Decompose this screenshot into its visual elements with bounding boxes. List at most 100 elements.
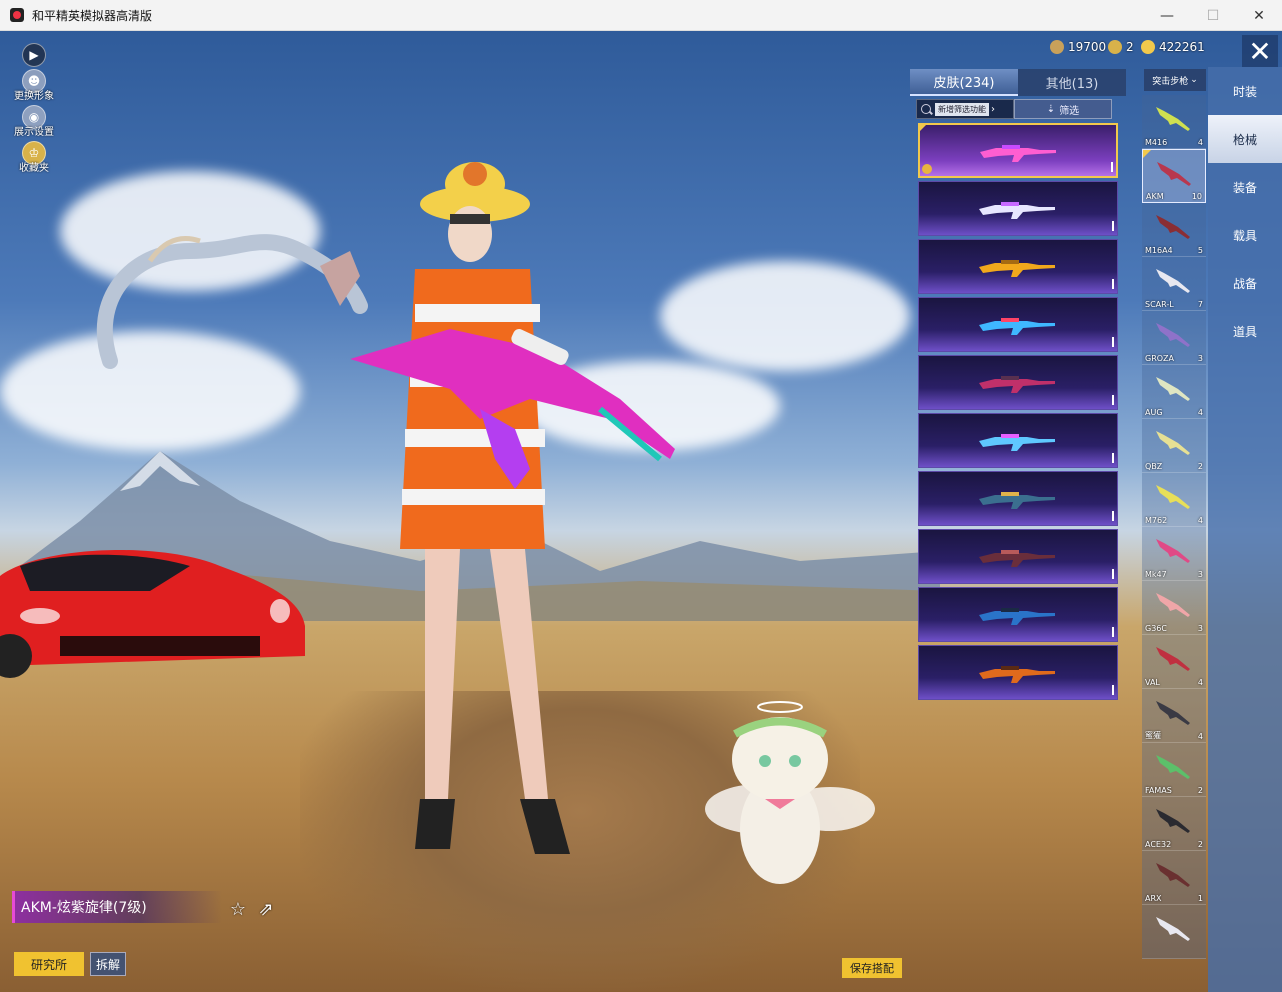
token-icon [1108, 40, 1122, 54]
favorite-star-icon[interactable]: ☆ [226, 897, 250, 921]
weapon-skin-count: 3 [1197, 570, 1203, 579]
weapon-name: Mk47 [1145, 570, 1167, 579]
rifle-skin-icon [979, 608, 1055, 625]
selected-skin-name: AKM-炫紫旋律(7级) [12, 891, 222, 923]
rifle-icon [1156, 917, 1190, 941]
skin-card[interactable] [918, 587, 1118, 642]
rifle-icon [1156, 323, 1190, 347]
category-tab[interactable]: 战备 [1208, 259, 1282, 307]
selected-corner-badge [1143, 150, 1151, 158]
weapon-name: AKM [1146, 192, 1164, 201]
weapon-item[interactable]: SCAR-L 7 [1142, 257, 1206, 311]
weapon-skin-count: 2 [1197, 462, 1203, 471]
weapon-item[interactable]: M762 4 [1142, 473, 1206, 527]
search-icon [921, 104, 931, 114]
weapon-item[interactable]: FAMAS 2 [1142, 743, 1206, 797]
gold-amount: 422261 [1159, 40, 1205, 54]
category-tab[interactable]: 道具 [1208, 307, 1282, 355]
search-input[interactable]: 新增筛选功能 › [916, 99, 1014, 119]
change-avatar-label[interactable]: 更换形象 [6, 87, 62, 102]
card-indicator [1112, 395, 1114, 405]
category-tab[interactable]: 载具 [1208, 211, 1282, 259]
weapon-name: 蜜獾 [1145, 731, 1161, 740]
card-indicator [1112, 511, 1114, 521]
research-button[interactable]: 研究所 [14, 952, 84, 976]
rifle-skin-icon [980, 145, 1056, 162]
weapon-item[interactable]: 蜜獾 4 [1142, 689, 1206, 743]
rifle-icon [1156, 269, 1190, 293]
rifle-skin-icon [979, 318, 1055, 335]
weapon-item[interactable]: Mk47 3 [1142, 527, 1206, 581]
rifle-icon [1156, 809, 1190, 833]
minimize-button[interactable]: — [1144, 0, 1190, 31]
weapon-name: M762 [1145, 516, 1168, 525]
weapon-skin-count: 1 [1197, 894, 1203, 903]
weapon-skin-count: 4 [1197, 678, 1203, 687]
filter-button-label: 筛选 [1059, 105, 1080, 117]
close-window-button[interactable]: ✕ [1236, 0, 1282, 31]
tab-others[interactable]: 其他(13) [1018, 69, 1126, 96]
card-indicator [1112, 685, 1114, 695]
skin-card[interactable] [918, 529, 1118, 584]
rifle-icon [1157, 162, 1191, 186]
weapon-item[interactable]: G36C 3 [1142, 581, 1206, 635]
weapon-item[interactable]: QBZ 2 [1142, 419, 1206, 473]
weapon-name: GROZA [1145, 354, 1175, 363]
skin-card[interactable] [918, 239, 1118, 294]
skin-card[interactable] [918, 181, 1118, 236]
weapon-name: ACE32 [1145, 840, 1172, 849]
save-outfit-button[interactable]: 保存搭配 [842, 958, 902, 978]
rifle-skin-icon [979, 666, 1055, 683]
weapon-item[interactable]: ARX 1 [1142, 851, 1206, 905]
weapon-name: FAMAS [1145, 786, 1172, 795]
skin-card[interactable] [918, 355, 1118, 410]
weapon-skin-count: 3 [1197, 354, 1203, 363]
weapon-type-dropdown[interactable]: 突击步枪 ⌄ [1144, 69, 1206, 91]
expand-button[interactable]: ▶ [22, 43, 46, 67]
token-amount: 2 [1126, 40, 1134, 54]
skin-card[interactable] [918, 471, 1118, 526]
filter-button[interactable]: ⇣ 筛选 [1014, 99, 1112, 119]
dismantle-button[interactable]: 拆解 [90, 952, 126, 976]
window-title: 和平精英模拟器高清版 [32, 8, 153, 23]
category-tab[interactable]: 时装 [1208, 67, 1282, 115]
rifle-icon [1156, 647, 1190, 671]
weapon-item[interactable]: AUG 4 [1142, 365, 1206, 419]
currency-gold: 422261 [1141, 40, 1205, 54]
rifle-icon [1156, 863, 1190, 887]
share-icon[interactable]: ⇗ [254, 897, 278, 921]
category-tab[interactable]: 枪械 [1208, 115, 1282, 163]
rifle-icon [1156, 215, 1190, 239]
skin-card[interactable] [918, 645, 1118, 700]
weapon-item[interactable]: ACE32 2 [1142, 797, 1206, 851]
rifle-skin-icon [979, 550, 1055, 567]
weapon-name: M416 [1145, 138, 1168, 147]
weapon-skin-count: 4 [1197, 732, 1203, 741]
skin-tabs: 皮肤(234) 其他(13) [910, 69, 1126, 96]
skin-card[interactable] [918, 413, 1118, 468]
currency-token: 2 [1108, 40, 1134, 54]
weapon-item[interactable]: GROZA 3 [1142, 311, 1206, 365]
weapon-item[interactable]: M416 4 [1142, 95, 1206, 149]
skin-card[interactable] [918, 297, 1118, 352]
skin-card[interactable] [918, 123, 1118, 178]
rifle-icon [1156, 755, 1190, 779]
close-icon[interactable]: ✕ [1242, 35, 1278, 68]
maximize-button[interactable]: ☐ [1190, 0, 1236, 31]
display-settings-label[interactable]: 展示设置 [6, 123, 62, 138]
weapon-item[interactable]: VAL 4 [1142, 635, 1206, 689]
favorites-label[interactable]: 收藏夹 [6, 159, 62, 174]
card-indicator [1112, 337, 1114, 347]
weapon-item[interactable]: AKM 10 [1142, 149, 1206, 203]
rifle-icon [1156, 485, 1190, 509]
chevron-down-icon: ⌄ [1190, 75, 1198, 85]
tab-skins[interactable]: 皮肤(234) [910, 69, 1018, 96]
player-character [350, 162, 675, 854]
weapon-item[interactable]: M16A4 5 [1142, 203, 1206, 257]
weapon-item[interactable] [1142, 905, 1206, 959]
weapon-skin-count: 2 [1197, 840, 1203, 849]
filter-icon: ⇣ [1046, 103, 1056, 115]
category-tab[interactable]: 装备 [1208, 163, 1282, 211]
weapon-name: SCAR-L [1145, 300, 1174, 309]
rifle-skin-icon [979, 434, 1055, 451]
